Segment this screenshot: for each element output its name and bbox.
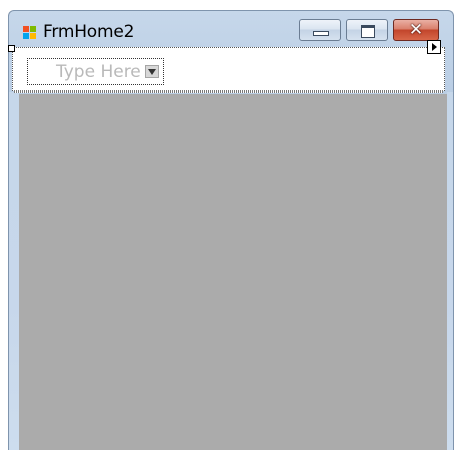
menu-strip-border	[14, 90, 443, 93]
smart-tag-arrow-icon[interactable]	[427, 40, 441, 54]
chevron-down-icon[interactable]	[145, 65, 159, 78]
windows-form-icon	[22, 25, 38, 41]
maximize-button[interactable]	[346, 19, 388, 41]
designer-canvas: FrmHome2 ✕ Type Here	[0, 0, 454, 450]
title-bar[interactable]: FrmHome2 ✕	[9, 11, 453, 45]
minimize-icon	[313, 31, 329, 36]
close-icon: ✕	[408, 20, 424, 40]
maximize-icon	[361, 25, 375, 38]
close-button[interactable]: ✕	[393, 19, 439, 41]
window-title: FrmHome2	[43, 22, 135, 42]
minimize-button[interactable]	[299, 19, 341, 41]
type-here-label: Type Here	[56, 62, 141, 82]
selection-handle[interactable]	[8, 45, 15, 52]
form-client-area[interactable]	[19, 94, 447, 450]
window-frame-left	[8, 92, 19, 450]
type-here-menu-item[interactable]: Type Here	[27, 58, 164, 85]
window-frame-right	[447, 92, 454, 450]
